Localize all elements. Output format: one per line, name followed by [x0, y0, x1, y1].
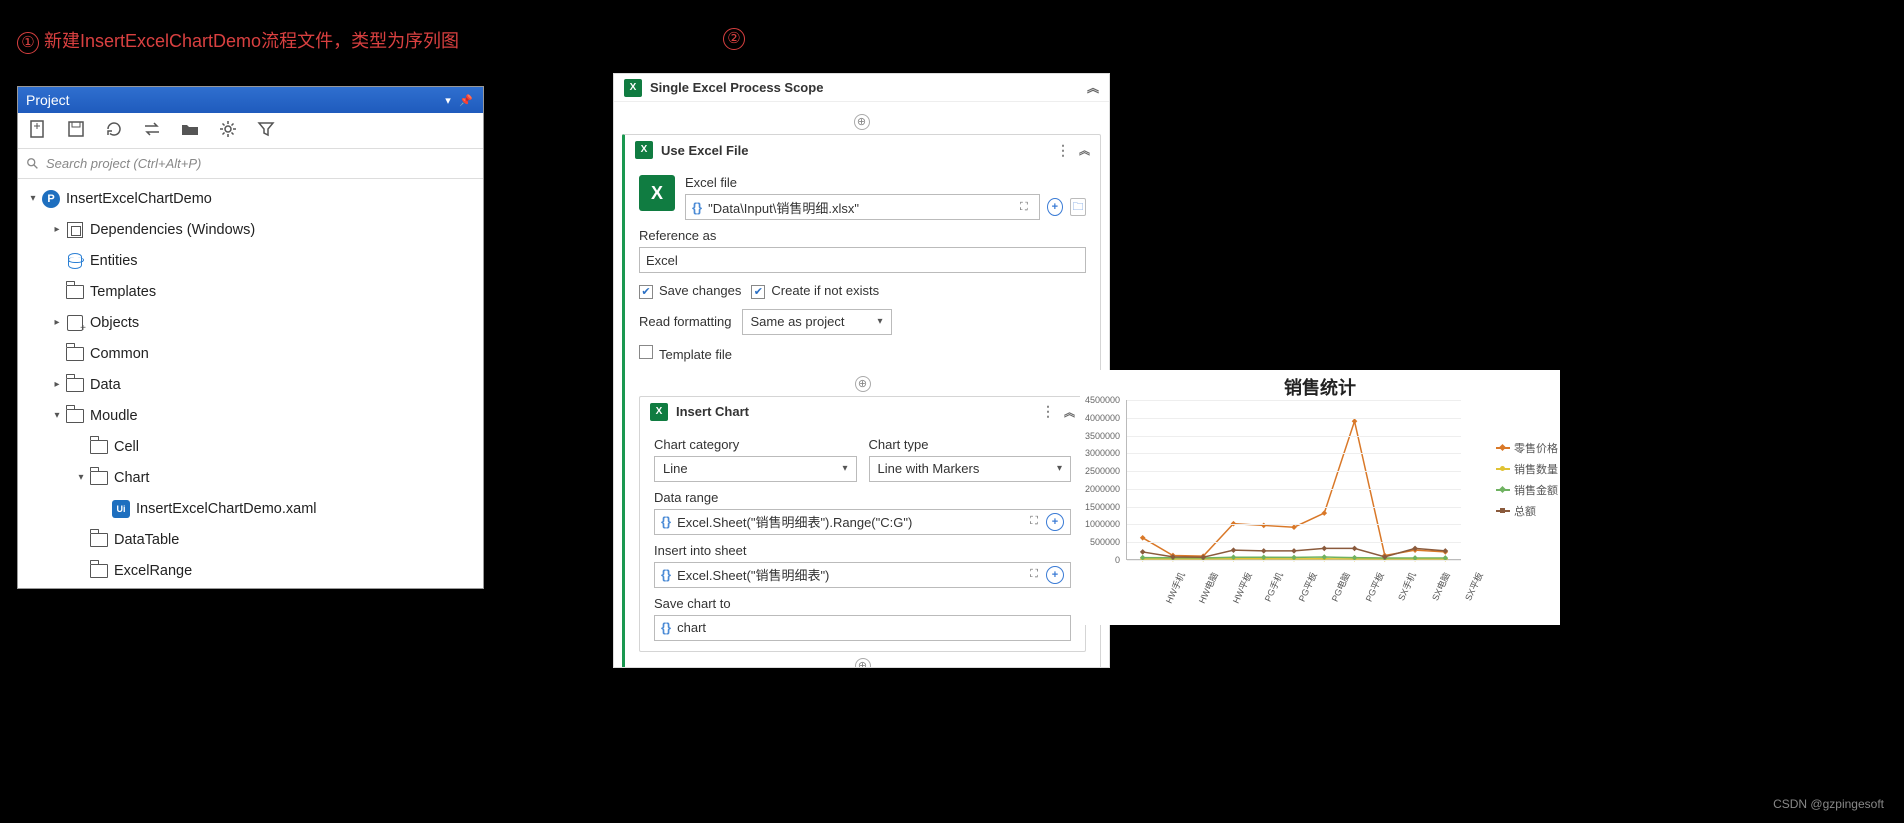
excel-icon: X — [624, 79, 642, 97]
excel-file-label: Excel file — [685, 175, 1086, 190]
tree-data[interactable]: ▸Data — [18, 369, 483, 400]
watermark: CSDN @gzpingesoft — [1773, 797, 1884, 811]
tree-templates[interactable]: Templates — [18, 276, 483, 307]
data-range-label: Data range — [654, 490, 1071, 505]
chart-x-axis: HW手机HW电脑HW平板PG手机PG平板PG电脑PG平板SX手机SX电脑SX平板 — [1126, 564, 1461, 614]
step1-text: 新建InsertExcelChartDemo流程文件，类型为序列图 — [44, 31, 459, 51]
read-formatting-label: Read formatting — [639, 314, 732, 329]
save-chart-to-label: Save chart to — [654, 596, 1071, 611]
pin-icon[interactable]: 📌 — [457, 94, 475, 107]
tree-root[interactable]: ▾PInsertExcelChartDemo — [18, 183, 483, 214]
tree-excelrange[interactable]: ExcelRange — [18, 555, 483, 586]
collapse-icon[interactable]: ︽ — [1064, 404, 1075, 420]
use-excel-title: Use Excel File — [661, 143, 748, 158]
legend-item: 总额 — [1496, 503, 1558, 519]
tree-xaml-file[interactable]: UiInsertExcelChartDemo.xaml — [18, 493, 483, 524]
read-formatting-select[interactable]: Same as project▾ — [742, 309, 892, 335]
chart-category-select[interactable]: Line▾ — [654, 456, 857, 482]
tree-dependencies[interactable]: ▸Dependencies (Windows) — [18, 214, 483, 245]
data-range-input[interactable]: {}Excel.Sheet("销售明细表").Range("C:G")⛶+ — [654, 509, 1071, 535]
add-activity-button[interactable]: ⊕ — [854, 114, 870, 130]
browse-folder-button[interactable]: 🗀 — [1070, 198, 1086, 216]
project-tree: ▾PInsertExcelChartDemo ▸Dependencies (Wi… — [18, 179, 483, 589]
excel-file-input[interactable]: {}"Data\Input\销售明细.xlsx" ⛶ — [685, 194, 1040, 220]
workflow-panel: X Single Excel Process Scope ︽ ⊕ X Use E… — [613, 73, 1110, 668]
open-folder-icon[interactable] — [180, 119, 200, 142]
tree-moudle[interactable]: ▾Moudle — [18, 400, 483, 431]
save-chart-to-input[interactable]: {}chart — [654, 615, 1071, 641]
project-header: Project ▾ 📌 — [18, 87, 483, 113]
project-search[interactable]: Search project (Ctrl+Alt+P) — [18, 149, 483, 179]
project-title: Project — [26, 92, 70, 108]
reference-as-input[interactable]: Excel — [639, 247, 1086, 273]
chart-title: 销售统计 — [1080, 370, 1560, 400]
chart-y-axis: 0500000100000015000002000000250000030000… — [1080, 400, 1124, 560]
step-number-2: ② — [723, 28, 745, 50]
tree-common[interactable]: Common — [18, 338, 483, 369]
add-activity-button[interactable]: ⊕ — [855, 658, 871, 668]
project-toolbar — [18, 113, 483, 149]
excel-file-icon: X — [639, 175, 675, 211]
collapse-icon[interactable]: ︽ — [1079, 142, 1090, 158]
add-button[interactable]: + — [1046, 566, 1064, 584]
add-file-button[interactable]: + — [1047, 198, 1063, 216]
expand-icon[interactable]: ⛶ — [1015, 198, 1033, 216]
save-changes-checkbox[interactable]: ✔Save changes — [639, 283, 741, 299]
more-icon[interactable]: ⋮ — [1041, 403, 1056, 420]
project-panel: Project ▾ 📌 Search project (Ctrl+Alt+P) … — [17, 86, 484, 589]
create-if-not-exists-checkbox[interactable]: ✔Create if not exists — [751, 283, 879, 299]
template-file-checkbox[interactable]: Template file — [639, 345, 732, 362]
scope-activity-header[interactable]: X Single Excel Process Scope ︽ — [614, 74, 1109, 102]
use-excel-file-activity[interactable]: X Use Excel File ⋮ ︽ X Excel file {}"Dat… — [622, 134, 1101, 667]
collapse-icon[interactable]: ︽ — [1087, 79, 1099, 96]
chart-type-select[interactable]: Line with Markers▾ — [869, 456, 1072, 482]
more-icon[interactable]: ⋮ — [1056, 142, 1071, 159]
add-button[interactable]: + — [1046, 513, 1064, 531]
search-placeholder: Search project (Ctrl+Alt+P) — [46, 156, 201, 171]
expand-icon[interactable]: ⛶ — [1025, 566, 1043, 584]
insert-into-sheet-input[interactable]: {}Excel.Sheet("销售明细表")⛶+ — [654, 562, 1071, 588]
annotation-step2: ② — [723, 27, 750, 50]
collapse-icon[interactable]: ▾ — [439, 94, 457, 107]
legend-item: 销售数量 — [1496, 461, 1558, 477]
scope-title: Single Excel Process Scope — [650, 80, 823, 95]
tree-objects[interactable]: ▸Objects — [18, 307, 483, 338]
excel-icon: X — [650, 403, 668, 421]
sync-icon[interactable] — [142, 119, 162, 142]
legend-item: 零售价格 — [1496, 440, 1558, 456]
tree-cell[interactable]: Cell — [18, 431, 483, 462]
legend-item: 销售金额 — [1496, 482, 1558, 498]
add-activity-button[interactable]: ⊕ — [855, 376, 871, 392]
annotation-step1: ①新建InsertExcelChartDemo流程文件，类型为序列图 — [17, 27, 459, 54]
filter-icon[interactable] — [256, 119, 276, 142]
chart-plot-area — [1126, 400, 1461, 560]
tree-entities[interactable]: Entities — [18, 245, 483, 276]
insert-chart-title: Insert Chart — [676, 404, 749, 419]
sales-chart: 销售统计 05000001000000150000020000002500000… — [1080, 370, 1560, 625]
step-number-1: ① — [17, 32, 39, 54]
chart-legend: 零售价格销售数量销售金额总额 — [1496, 440, 1558, 524]
refresh-icon[interactable] — [104, 119, 124, 142]
chart-category-label: Chart category — [654, 437, 857, 452]
reference-as-label: Reference as — [639, 228, 1086, 243]
tree-datatable[interactable]: DataTable — [18, 524, 483, 555]
excel-icon: X — [635, 141, 653, 159]
insert-into-sheet-label: Insert into sheet — [654, 543, 1071, 558]
expand-icon[interactable]: ⛶ — [1025, 513, 1043, 531]
chart-type-label: Chart type — [869, 437, 1072, 452]
save-icon[interactable] — [66, 119, 86, 142]
tree-chart-folder[interactable]: ▾Chart — [18, 462, 483, 493]
settings-icon[interactable] — [218, 119, 238, 142]
insert-chart-activity[interactable]: X Insert Chart ⋮ ︽ Chart category Line▾ — [639, 396, 1086, 652]
new-file-icon[interactable] — [28, 119, 48, 142]
